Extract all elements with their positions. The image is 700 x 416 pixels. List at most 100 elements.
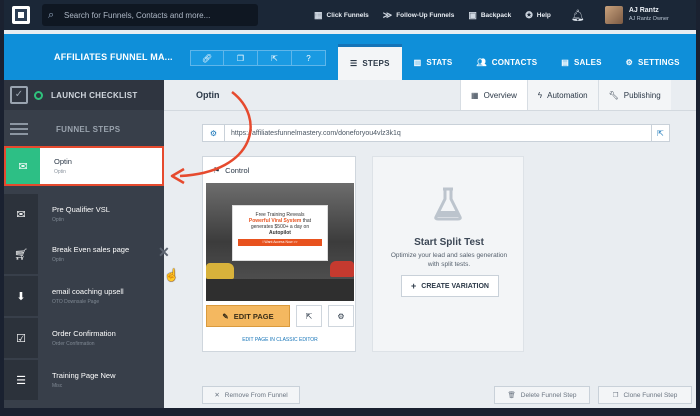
button-label: Remove From Funnel <box>224 391 288 399</box>
help-icon[interactable]: ? <box>292 50 326 66</box>
bar-chart-icon: ▥ <box>413 57 422 67</box>
menu-icon: ☰ <box>4 360 38 400</box>
external-link-icon[interactable]: ⇱ <box>258 50 292 66</box>
grid-icon: ▦ <box>314 9 323 20</box>
user-menu[interactable]: AJ Rantz AJ Rantz Owner <box>629 7 669 23</box>
edit-icon: ✎ <box>222 311 229 321</box>
tab-label: STEPS <box>362 59 390 68</box>
split-test-card: Start Split Test Optimize your lead and … <box>372 156 524 352</box>
step-url-bar: ⚙ https://affiliatesfunnelmastery.com/do… <box>202 124 670 142</box>
step-type: Optin <box>54 169 66 175</box>
tab-steps[interactable]: ☰ STEPS <box>338 44 402 80</box>
delete-funnel-step-button[interactable]: 🗑︎ Delete Funnel Step <box>494 386 590 404</box>
button-label: CREATE VARIATION <box>421 282 489 290</box>
funnel-actions: 🔗︎ ❐ ⇱ ? <box>190 50 326 66</box>
copy-icon[interactable]: ❐ <box>224 50 258 66</box>
checkbox-icon: ✓ <box>10 86 28 104</box>
user-name: AJ Rantz <box>628 7 659 14</box>
page-thumbnail[interactable]: Free Training Reveals Powerful Viral Sys… <box>206 183 354 301</box>
tab-stats[interactable]: ▥ STATS <box>402 44 465 80</box>
thumbnail-car <box>206 263 234 279</box>
envelope-icon: ✉ <box>6 148 40 184</box>
tab-automation[interactable]: ϟ Automation <box>526 80 598 110</box>
wrench-icon: 🔧︎ <box>608 90 619 100</box>
sidebar-step-pre-qualifier-vsl[interactable]: ✉ Pre Qualifier VSL Optin <box>4 194 184 234</box>
funnel-steps-label: FUNNEL STEPS <box>56 124 121 134</box>
tab-label: SETTINGS <box>638 57 680 67</box>
split-test-title: Start Split Test <box>414 237 484 248</box>
tab-label: Publishing <box>623 90 661 100</box>
button-label: Delete Funnel Step <box>520 391 577 399</box>
step-type: Order Confirmation <box>52 341 95 347</box>
nav-follow-up-funnels[interactable]: ≫ Follow-Up Funnels <box>383 10 455 21</box>
step-name: email coaching upsell <box>52 287 124 296</box>
avatar[interactable] <box>604 6 623 24</box>
sidebar-step-training-page-new[interactable]: ☰ Training Page New Misc <box>4 360 184 400</box>
cart-icon: 🛒︎ <box>4 234 38 274</box>
step-name: Break Even sales page <box>52 245 130 254</box>
link-icon[interactable]: 🔗︎ <box>190 50 224 66</box>
thumbnail-promo: Free Training Reveals Powerful Viral Sys… <box>232 205 328 261</box>
promo-line: Autopilot <box>269 230 291 236</box>
step-type: Optin <box>52 257 64 263</box>
sidebar-step-email-coaching-upsell[interactable]: ⬇ email coaching upsell OTO Downsale Pag… <box>4 276 184 316</box>
divider <box>164 110 696 111</box>
gear-icon[interactable]: ⚙ <box>203 125 225 141</box>
bell-icon[interactable]: 🔔︎ <box>571 9 585 22</box>
nav-label: Help <box>536 11 551 19</box>
step-type: OTO Downsale Page <box>52 299 100 305</box>
step-type: Misc <box>52 383 63 389</box>
nav-click-funnels[interactable]: ▦ Click Funnels <box>314 10 369 21</box>
card-header: ⚑ Control <box>203 157 355 183</box>
clickfunnels-logo[interactable] <box>12 6 30 24</box>
tab-sales[interactable]: ▤ SALES <box>549 44 613 80</box>
step-url[interactable]: https://affiliatesfunnelmastery.com/done… <box>231 130 651 137</box>
nav-backpack[interactable]: ▣ Backpack <box>468 10 511 21</box>
bolt-icon: ϟ <box>537 90 543 100</box>
nav-help[interactable]: ✪ Help <box>525 10 551 21</box>
remove-from-funnel-button[interactable]: ✕ Remove From Funnel <box>202 386 300 404</box>
funnel-sidebar: ✓ LAUNCH CHECKLIST FUNNEL STEPS ✉ Optin … <box>4 80 179 408</box>
button-label: Clone Funnel Step <box>623 391 678 399</box>
tab-overview[interactable]: ▦ Overview <box>460 80 527 110</box>
launch-checklist-label: LAUNCH CHECKLIST <box>51 90 138 100</box>
tab-settings[interactable]: ⚙ SETTINGS <box>614 44 692 80</box>
flask-icon <box>434 187 462 221</box>
promo-button: I Want Access Now >> <box>238 239 322 246</box>
nav-label: Click Funnels <box>326 11 369 19</box>
thumbnail-car <box>330 261 354 277</box>
launch-checklist[interactable]: ✓ LAUNCH CHECKLIST <box>4 80 164 110</box>
step-type: Optin <box>52 217 64 223</box>
trash-icon: 🗑︎ <box>507 392 516 399</box>
clone-funnel-step-button[interactable]: ❐ Clone Funnel Step <box>598 386 692 404</box>
search-box[interactable]: ⌕ <box>42 4 258 26</box>
gear-icon: ⚙ <box>337 311 345 321</box>
sidebar-step-optin[interactable]: ✉ Optin Optin <box>4 146 164 186</box>
edit-page-button[interactable]: ✎ EDIT PAGE <box>206 305 290 327</box>
nav-label: Follow-Up Funnels <box>396 11 455 19</box>
classic-editor-link[interactable]: EDIT PAGE IN CLASSIC EDITOR <box>203 337 357 343</box>
step-name: Optin <box>54 157 72 166</box>
progress-ring-icon <box>34 90 43 100</box>
funnel-steps-header: FUNNEL STEPS <box>4 114 164 144</box>
step-name: Training Page New <box>52 371 116 380</box>
card-actions: ✎ EDIT PAGE ⇱ ⚙ <box>206 305 354 327</box>
grid-icon: ▦ <box>471 90 479 100</box>
search-input[interactable] <box>64 10 244 20</box>
sidebar-step-order-confirmation[interactable]: ☑ Order Confirmation Order Confirmation <box>4 318 184 358</box>
thumbnail-road <box>206 279 354 301</box>
open-page-button[interactable]: ⇱ <box>296 305 322 327</box>
arrow-down-icon: ⬇ <box>4 276 38 316</box>
tab-label: STATS <box>426 57 453 67</box>
external-link-icon[interactable]: ⇱ <box>651 125 669 141</box>
tab-contacts[interactable]: 👥︎ CONTACTS <box>464 44 549 80</box>
create-variation-button[interactable]: + CREATE VARIATION <box>401 275 499 297</box>
page-settings-button[interactable]: ⚙ <box>328 305 354 327</box>
tab-label: CONTACTS <box>491 57 538 67</box>
tab-label: SALES <box>574 57 602 67</box>
tab-publishing[interactable]: 🔧︎ Publishing <box>597 80 671 110</box>
sidebar-step-break-even-sales-page[interactable]: 🛒︎ Break Even sales page Optin <box>4 234 184 274</box>
step-editor: Optin ▦ Overview ϟ Automation 🔧︎ Publish… <box>164 80 696 408</box>
page-title: Optin <box>196 90 220 100</box>
chevrons-icon: ≫ <box>382 9 393 20</box>
